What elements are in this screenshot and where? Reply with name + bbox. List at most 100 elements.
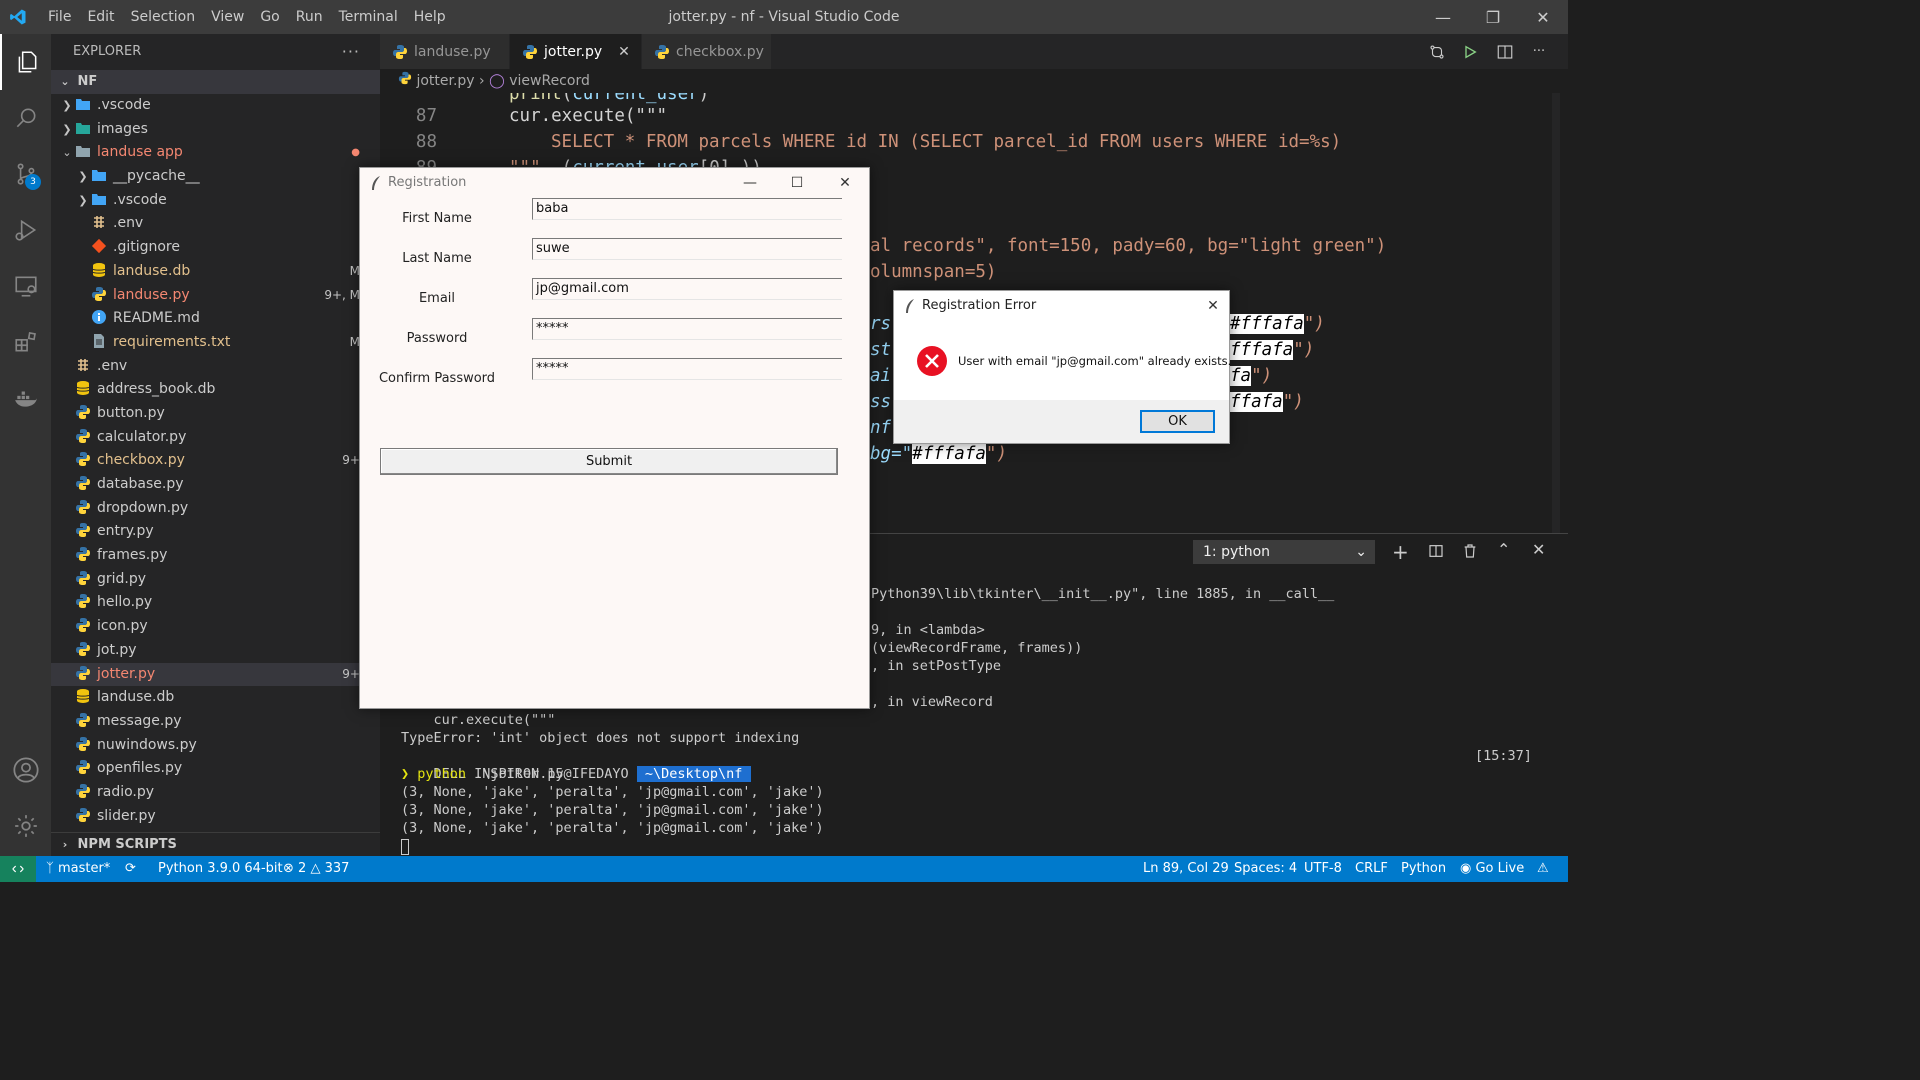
confirm-password-field[interactable]: ***** <box>532 358 842 380</box>
tree-item[interactable]: ⌄ landuse app ● <box>51 141 380 165</box>
tree-item-label: landuse.db <box>113 262 191 279</box>
breadcrumb-symbol[interactable]: viewRecord <box>509 73 590 89</box>
docker-icon[interactable] <box>0 370 51 426</box>
tree-item[interactable]: .env <box>51 212 380 236</box>
tree-item[interactable]: button.py <box>51 402 380 426</box>
close-panel-icon[interactable]: ✕ <box>1532 540 1545 559</box>
open-changes-icon[interactable] <box>1420 34 1454 69</box>
python-file-icon <box>75 404 91 420</box>
go-live[interactable]: ◉ Go Live <box>1460 856 1524 882</box>
extensions-icon[interactable] <box>0 314 51 370</box>
tree-item[interactable]: landuse.db <box>51 686 380 710</box>
tree-item[interactable]: README.md <box>51 307 380 331</box>
tree-item[interactable]: .env <box>51 355 380 379</box>
run-debug-icon[interactable] <box>0 202 51 258</box>
tree-item[interactable]: slider.py <box>51 805 380 829</box>
editor-more-icon[interactable]: ··· <box>1522 34 1556 69</box>
tree-item[interactable]: radio.py <box>51 781 380 805</box>
menu-selection[interactable]: Selection <box>123 0 204 34</box>
remote-explorer-icon[interactable] <box>0 258 51 314</box>
menu-file[interactable]: File <box>40 0 79 34</box>
minimize-button[interactable]: — <box>1418 0 1468 34</box>
email-field[interactable]: jp@gmail.com <box>532 278 842 300</box>
explorer-icon[interactable] <box>0 34 51 90</box>
tree-item[interactable]: message.py <box>51 710 380 734</box>
split-editor-icon[interactable] <box>1488 34 1522 69</box>
tree-item[interactable]: landuse.py 9+, M <box>51 284 380 308</box>
tree-item[interactable]: openfiles.py <box>51 757 380 781</box>
branch-status[interactable]: ᛉ master* <box>46 856 110 882</box>
new-terminal-icon[interactable]: + <box>1392 540 1409 564</box>
tree-item[interactable]: address_book.db <box>51 378 380 402</box>
tree-item[interactable]: checkbox.py 9+ <box>51 449 380 473</box>
cursor-position[interactable]: Ln 89, Col 29 <box>1143 856 1229 882</box>
menu-help[interactable]: Help <box>406 0 454 34</box>
tree-item[interactable]: ❯ __pycache__ <box>51 165 380 189</box>
tree-item[interactable]: ❯ .vscode <box>51 94 380 118</box>
tree-item[interactable]: jot.py <box>51 639 380 663</box>
text-file-icon <box>91 333 107 349</box>
encoding[interactable]: UTF-8 <box>1304 856 1342 882</box>
language-mode[interactable]: Python <box>1401 856 1446 882</box>
tree-item[interactable]: ❯ images <box>51 118 380 142</box>
indentation[interactable]: Spaces: 4 <box>1234 856 1297 882</box>
ok-button[interactable]: OK <box>1140 410 1215 433</box>
menu-view[interactable]: View <box>203 0 252 34</box>
menu-edit[interactable]: Edit <box>79 0 122 34</box>
first-name-field[interactable]: baba <box>532 198 842 220</box>
search-icon[interactable] <box>0 90 51 146</box>
notifications-bell-icon[interactable]: ⚠ <box>1537 856 1549 882</box>
maximize-panel-icon[interactable]: ⌃ <box>1497 540 1510 559</box>
tree-item[interactable]: database.py <box>51 473 380 497</box>
tab-checkbox-py[interactable]: checkbox.py <box>642 34 772 69</box>
tree-item[interactable]: entry.py <box>51 520 380 544</box>
menu-terminal[interactable]: Terminal <box>331 0 406 34</box>
source-control-icon[interactable]: 3 <box>0 146 51 202</box>
restore-button[interactable]: ❐ <box>1468 0 1518 34</box>
tree-item[interactable]: icon.py <box>51 615 380 639</box>
problems-status[interactable]: ⊗ 2 △ 337 <box>283 856 349 882</box>
close-button[interactable]: ✕ <box>822 168 868 198</box>
npm-scripts-section[interactable]: › NPM SCRIPTS <box>51 832 380 856</box>
tree-item[interactable]: requirements.txt M <box>51 331 380 355</box>
tree-item[interactable]: hello.py <box>51 591 380 615</box>
close-tab-icon[interactable]: ✕ <box>618 44 630 60</box>
accounts-icon[interactable] <box>0 742 51 798</box>
close-button[interactable]: ✕ <box>1190 291 1236 321</box>
tab-landuse-py[interactable]: landuse.py <box>380 34 510 69</box>
password-field[interactable]: ***** <box>532 318 842 340</box>
workspace-root[interactable]: ⌄ NF <box>51 70 380 94</box>
tree-item[interactable]: .gitignore <box>51 236 380 260</box>
maximize-button[interactable]: ☐ <box>774 168 820 198</box>
tree-item[interactable]: jotter.py 9+ <box>51 662 380 687</box>
trash-icon[interactable] <box>1462 543 1478 563</box>
vscode-logo-icon <box>0 0 36 34</box>
python-interpreter[interactable]: Python 3.9.0 64-bit <box>158 856 283 882</box>
last-name-field[interactable]: suwe <box>532 238 842 260</box>
breadcrumb-file[interactable]: jotter.py <box>416 73 474 89</box>
tree-item[interactable]: calculator.py <box>51 426 380 450</box>
terminal-cursor[interactable] <box>401 839 409 855</box>
line-ending[interactable]: CRLF <box>1355 856 1388 882</box>
close-window-button[interactable]: ✕ <box>1518 0 1568 34</box>
tree-item[interactable]: grid.py <box>51 568 380 592</box>
split-terminal-icon[interactable] <box>1428 543 1444 563</box>
tree-item[interactable]: dropdown.py <box>51 497 380 521</box>
tree-item[interactable]: landuse.db M <box>51 260 380 284</box>
settings-gear-icon[interactable] <box>0 798 51 854</box>
tree-item[interactable]: frames.py <box>51 544 380 568</box>
tree-item[interactable]: nuwindows.py <box>51 734 380 758</box>
minimize-button[interactable]: — <box>727 168 773 198</box>
scrollbar[interactable] <box>1552 93 1560 533</box>
terminal-selector[interactable]: 1: python ⌄ <box>1193 540 1375 564</box>
tab-jotter-py[interactable]: jotter.py ✕ <box>510 34 642 69</box>
tree-item[interactable]: ❯ .vscode <box>51 189 380 213</box>
python-file-icon <box>75 759 91 775</box>
run-file-icon[interactable] <box>1453 34 1487 69</box>
remote-icon[interactable] <box>0 856 36 882</box>
more-actions-icon[interactable]: ··· <box>342 34 360 70</box>
menu-go[interactable]: Go <box>252 0 287 34</box>
submit-button[interactable]: Submit <box>380 448 838 475</box>
sync-icon[interactable]: ⟳ <box>125 856 136 882</box>
menu-run[interactable]: Run <box>288 0 331 34</box>
